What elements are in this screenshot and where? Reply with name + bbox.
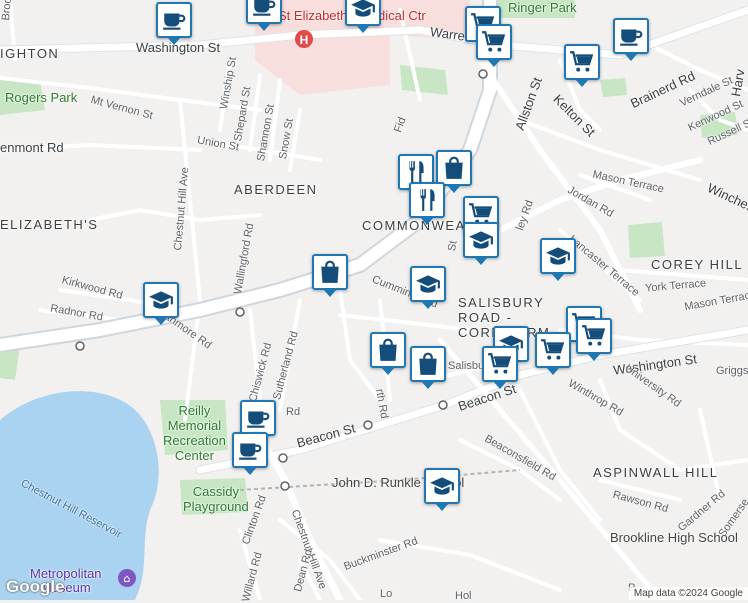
graduation-cap-icon: [350, 0, 376, 21]
map-marker-shopping[interactable]: [410, 346, 446, 389]
graduation-cap-icon: [468, 227, 494, 253]
map-canvas[interactable]: H ⌂: [0, 0, 748, 600]
map-marker-grocery[interactable]: [576, 318, 612, 361]
map-marker-school[interactable]: [143, 282, 179, 325]
graduation-cap-icon: [148, 287, 174, 313]
map-marker-school[interactable]: [424, 468, 460, 511]
coffee-icon: [237, 437, 263, 463]
park-area: [600, 78, 627, 97]
shopping-bag-icon: [415, 351, 441, 377]
coffee-icon: [245, 405, 271, 431]
park-area: [180, 478, 248, 515]
google-logo: Google: [6, 577, 65, 596]
coffee-icon: [251, 0, 277, 19]
park-area: [160, 400, 228, 455]
graduation-cap-icon: [545, 243, 571, 269]
coffee-icon: [618, 23, 644, 49]
map-marker-grocery[interactable]: [476, 24, 512, 67]
shopping-bag-icon: [375, 337, 401, 363]
shopping-bag-icon: [441, 155, 467, 181]
map-marker-school[interactable]: [345, 0, 381, 33]
map-marker-cafe[interactable]: [156, 2, 192, 45]
map-marker-shopping[interactable]: [312, 254, 348, 297]
map-marker-grocery[interactable]: [564, 44, 600, 87]
shopping-cart-icon: [569, 49, 595, 75]
shopping-cart-icon: [581, 323, 607, 349]
shopping-cart-icon: [487, 351, 513, 377]
graduation-cap-icon: [415, 271, 441, 297]
map-marker-school[interactable]: [410, 266, 446, 309]
map-attribution: Map data ©2024 Google: [628, 587, 748, 600]
map-marker-grocery[interactable]: [482, 346, 518, 389]
map-marker-school[interactable]: [463, 222, 499, 265]
park-area: [495, 0, 575, 18]
map-marker-shopping[interactable]: [436, 150, 472, 193]
map-marker-restaurant[interactable]: [409, 182, 445, 225]
shopping-cart-icon: [540, 337, 566, 363]
map-marker-shopping[interactable]: [370, 332, 406, 375]
park-area: [628, 222, 665, 258]
restaurant-icon: [414, 187, 440, 213]
shopping-cart-icon: [481, 29, 507, 55]
map-marker-cafe[interactable]: [613, 18, 649, 61]
map-marker-cafe[interactable]: [240, 400, 276, 443]
map-marker-school[interactable]: [540, 238, 576, 281]
coffee-icon: [161, 7, 187, 33]
map-marker-grocery[interactable]: [535, 332, 571, 375]
chestnut-hill-reservoir: [0, 391, 159, 600]
graduation-cap-icon: [429, 473, 455, 499]
park-area: [0, 80, 45, 115]
shopping-bag-icon: [317, 259, 343, 285]
map-marker-cafe[interactable]: [232, 432, 268, 475]
map-marker-cafe[interactable]: [246, 0, 282, 31]
museum-icon-glyph: ⌂: [124, 572, 131, 585]
hospital-icon-letter: H: [300, 33, 309, 47]
